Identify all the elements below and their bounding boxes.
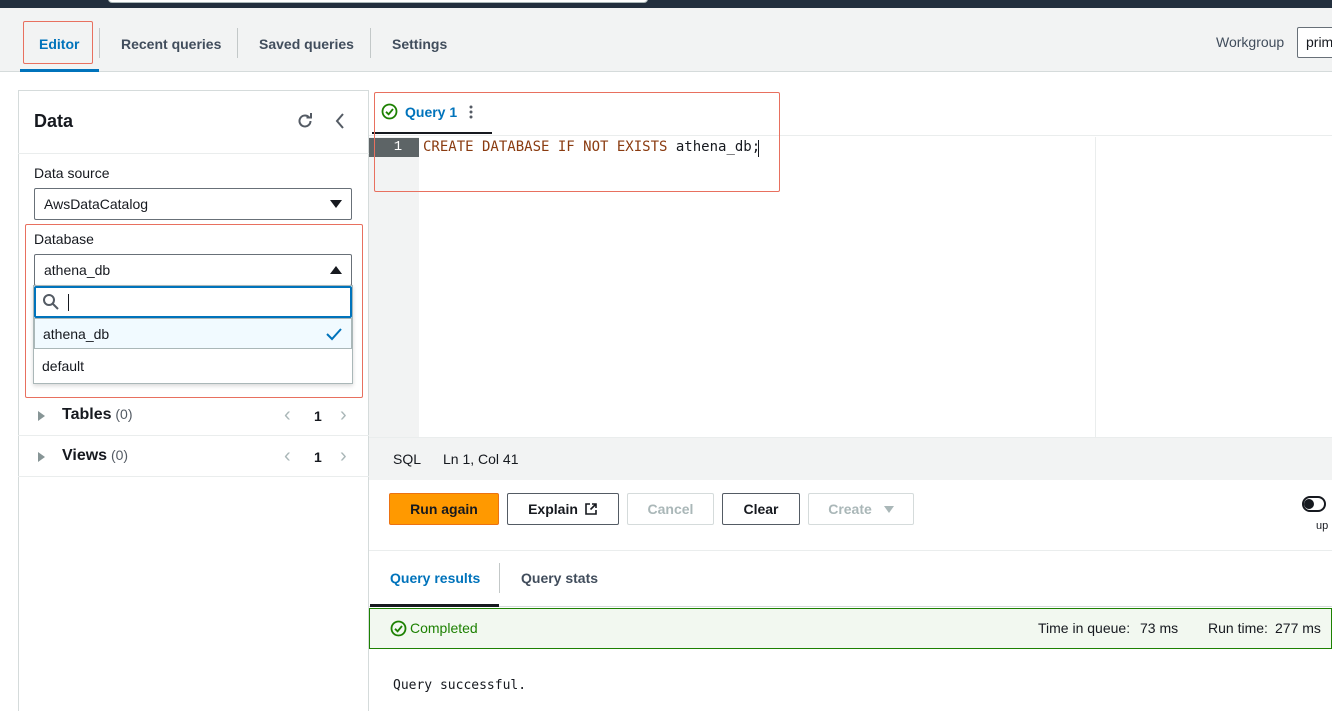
tab-query-stats[interactable]: Query stats (521, 570, 598, 586)
data-source-label: Data source (34, 165, 110, 181)
run-time-label: Run time: (1208, 620, 1268, 636)
tab-separator (370, 28, 371, 58)
print-margin (1095, 137, 1096, 437)
clear-button[interactable]: Clear (722, 493, 800, 525)
toggle-caption: up (1316, 520, 1329, 532)
expand-caret-icon (38, 452, 45, 462)
editor-status-bar: SQL Ln 1, Col 41 (369, 437, 1332, 480)
workgroup-label: Workgroup (1216, 34, 1285, 50)
caret-down-icon (330, 200, 342, 208)
data-source-value: AwsDataCatalog (44, 196, 149, 212)
create-label: Create (828, 501, 872, 517)
status-completed-bar: Completed Time in queue: 73 ms Run time:… (369, 608, 1332, 649)
tab-settings-label: Settings (392, 36, 448, 52)
toggle-knob (1304, 499, 1314, 509)
tab-editor-underline (20, 69, 99, 72)
tab-recent-label: Recent queries (121, 36, 222, 52)
collapse-panel-icon[interactable] (332, 111, 348, 131)
create-button[interactable]: Create (808, 493, 914, 525)
result-message: Query successful. (393, 678, 527, 693)
explain-label: Explain (528, 501, 578, 517)
global-search-input[interactable] (108, 0, 648, 3)
refresh-icon[interactable] (295, 111, 315, 131)
queue-time-value: 73 ms (1140, 620, 1179, 636)
tab-separator (499, 563, 500, 593)
explain-button[interactable]: Explain (507, 493, 619, 525)
tree-label-views: Views (62, 447, 108, 464)
highlight-editor-tab (23, 21, 93, 64)
expand-caret-icon (38, 411, 45, 421)
cancel-button[interactable]: Cancel (627, 493, 714, 525)
highlight-query (374, 92, 780, 192)
success-check-icon (390, 620, 407, 637)
highlight-database (25, 224, 363, 398)
tab-query-results[interactable]: Query results (390, 570, 480, 586)
chevron-left-icon[interactable]: ‹ (284, 405, 291, 425)
page-number: 1 (314, 449, 322, 465)
tab-settings[interactable]: Settings (392, 12, 447, 76)
tree-label-tables: Tables (62, 406, 112, 423)
panel-divider (18, 153, 369, 154)
queue-time-label: Time in queue: (1038, 620, 1131, 636)
tab-recent-queries[interactable]: Recent queries (121, 12, 221, 76)
chevron-right-icon[interactable]: › (340, 446, 347, 466)
data-panel-title: Data (34, 111, 74, 131)
run-time-value: 277 ms (1275, 620, 1321, 636)
results-tab-bar (369, 550, 1332, 607)
chevron-left-icon[interactable]: ‹ (284, 446, 291, 466)
tab-separator (237, 28, 238, 58)
tab-saved-label: Saved queries (259, 36, 354, 52)
run-again-button[interactable]: Run again (389, 493, 499, 525)
tree-row-views[interactable]: Views (0) ‹ 1 › (18, 437, 369, 477)
page-number: 1 (314, 408, 322, 424)
external-link-icon (584, 502, 598, 516)
results-tab-underline (370, 604, 499, 607)
tab-separator (99, 28, 100, 58)
tab-saved-queries[interactable]: Saved queries (259, 12, 354, 76)
language-indicator: SQL (393, 451, 422, 467)
data-source-select[interactable]: AwsDataCatalog (34, 188, 352, 220)
tree-count: (0) (115, 406, 133, 422)
tree-count: (0) (110, 447, 129, 463)
caret-down-icon (883, 505, 894, 513)
chevron-right-icon[interactable]: › (340, 405, 347, 425)
tree-row-tables[interactable]: Tables (0) ‹ 1 › (18, 396, 369, 436)
status-text: Completed (410, 620, 478, 636)
cursor-position: Ln 1, Col 41 (443, 451, 519, 467)
workgroup-select[interactable]: prim (1297, 27, 1332, 58)
